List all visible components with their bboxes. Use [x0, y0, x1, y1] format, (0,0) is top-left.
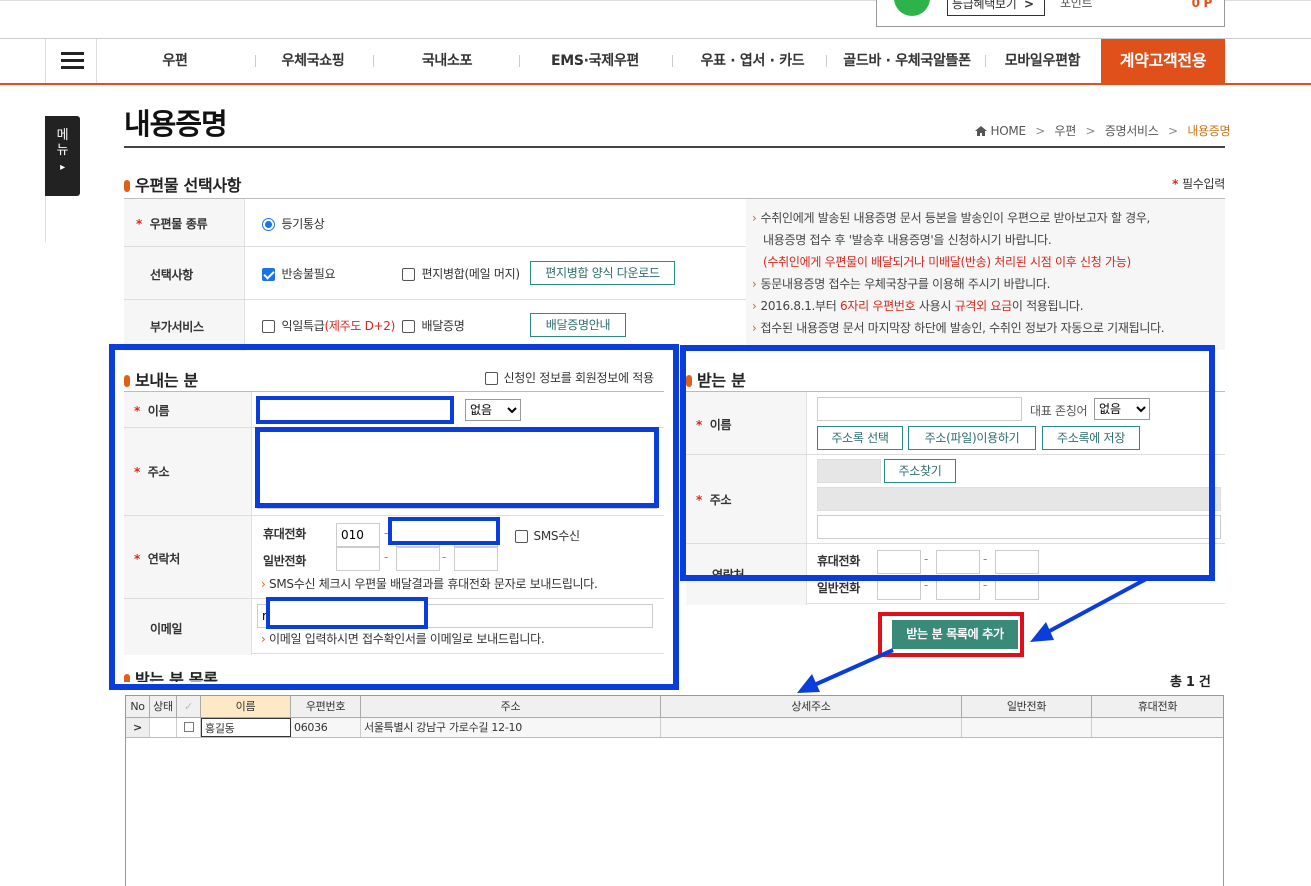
row-phone: [962, 718, 1092, 737]
col-detail: 상세주소: [661, 696, 962, 717]
row-mobile: [1092, 718, 1223, 737]
col-status: 상태: [150, 696, 177, 717]
col-phone: 일반전화: [962, 696, 1092, 717]
row-detail: [661, 718, 962, 737]
col-mobile: 휴대전화: [1137, 700, 1178, 713]
col-zip: 우편번호: [291, 696, 361, 717]
row-addr: 서울특별시 강남구 가로수길 12-10: [361, 718, 661, 737]
table-row[interactable]: > 홍길동 06036 서울특별시 강남구 가로수길 12-10: [126, 718, 1223, 738]
grid-header: No 상태 ✓ 이름 우편번호 주소 상세주소 일반전화 휴대전화: [126, 696, 1223, 718]
col-addr: 주소: [361, 696, 661, 717]
row-name[interactable]: 홍길동: [201, 718, 291, 737]
row-status: [150, 718, 177, 737]
receiver-count: 총 1 건: [1170, 675, 1211, 690]
row-indicator-icon: >: [126, 718, 150, 737]
receiver-list-title: 받는 분 목록: [124, 666, 218, 682]
col-check[interactable]: ✓: [177, 696, 201, 717]
row-zip: 06036: [291, 718, 361, 737]
row-checkbox[interactable]: [177, 718, 201, 737]
col-name: 이름: [201, 696, 291, 717]
col-no: No: [126, 696, 150, 717]
receiver-grid: No 상태 ✓ 이름 우편번호 주소 상세주소 일반전화 휴대전화 > 홍길동 …: [125, 695, 1224, 886]
